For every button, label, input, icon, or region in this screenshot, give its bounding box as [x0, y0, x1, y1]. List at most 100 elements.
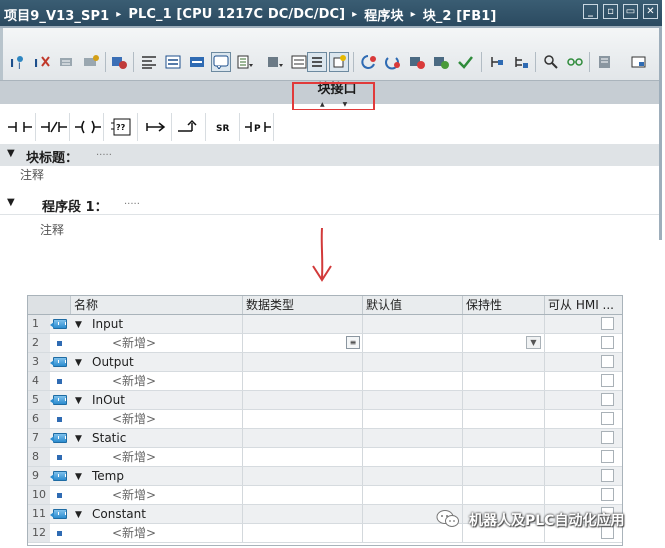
collapse-triangle-icon[interactable]: ▼ — [75, 354, 82, 371]
default-value-cell[interactable] — [362, 486, 462, 504]
new-variable-cell[interactable]: <新增> — [70, 410, 242, 428]
row-number[interactable]: 5 — [28, 391, 50, 409]
watch-icon[interactable] — [431, 52, 451, 72]
collapse-triangle-icon[interactable]: ▼ — [75, 506, 82, 523]
no-contact-icon[interactable] — [4, 113, 36, 141]
collapse-triangle-icon[interactable]: ▼ — [75, 468, 82, 485]
data-type-cell[interactable] — [242, 372, 362, 390]
collapse-triangle-icon[interactable]: ▼ — [75, 392, 82, 409]
section-name-cell[interactable]: ▼ InOut — [70, 391, 242, 409]
open-branch-icon[interactable] — [140, 113, 172, 141]
close-icon[interactable]: ✕ — [643, 4, 658, 19]
hmi-access-checkbox[interactable] — [601, 355, 614, 368]
next-error-icon[interactable] — [383, 52, 403, 72]
table-row[interactable]: 7 ▼ Static — [28, 429, 622, 448]
row-number[interactable]: 10 — [28, 486, 50, 504]
data-type-cell[interactable] — [242, 486, 362, 504]
data-type-cell[interactable] — [242, 429, 362, 447]
table-row[interactable]: 8 <新增> — [28, 448, 622, 467]
row-number[interactable]: 2 — [28, 334, 50, 352]
favorites-icon[interactable] — [235, 52, 255, 72]
monitor-icon[interactable] — [407, 52, 427, 72]
block-interface-icon[interactable] — [289, 52, 309, 72]
retain-cell[interactable] — [462, 429, 544, 447]
default-value-cell[interactable] — [362, 334, 462, 352]
retain-cell[interactable] — [462, 315, 544, 333]
breadcrumb-device[interactable]: PLC_1 [CPU 1217C DC/DC/DC] — [128, 7, 345, 22]
row-number[interactable]: 6 — [28, 410, 50, 428]
sr-flipflop-icon[interactable]: SR — [208, 113, 240, 141]
header-retain[interactable]: 保持性 — [462, 296, 544, 314]
table-row[interactable]: 3 ▼ Output — [28, 353, 622, 372]
hmi-access-checkbox[interactable] — [601, 488, 614, 501]
row-number[interactable]: 7 — [28, 429, 50, 447]
breadcrumb-block[interactable]: 块_2 [FB1] — [423, 5, 497, 24]
row-number[interactable]: 11 — [28, 505, 50, 523]
network-comment[interactable]: 注释 — [40, 221, 64, 238]
section-name-cell[interactable]: ▼ Output — [70, 353, 242, 371]
new-variable-cell[interactable]: <新增> — [70, 372, 242, 390]
hmi-access-checkbox[interactable] — [601, 450, 614, 463]
delete-network-icon[interactable] — [81, 52, 101, 72]
comments-icon[interactable] — [211, 52, 231, 72]
collapse-triangle-icon[interactable]: ▼ — [7, 148, 15, 159]
hmi-access-checkbox[interactable] — [601, 469, 614, 482]
retain-cell[interactable] — [462, 410, 544, 428]
retain-cell[interactable] — [462, 353, 544, 371]
block-title-header[interactable]: ▼ 块标题： ..... — [0, 144, 662, 166]
free-comment-icon[interactable] — [329, 52, 349, 72]
retain-cell[interactable] — [462, 391, 544, 409]
block-title-value[interactable]: ..... — [96, 147, 112, 158]
data-type-cell[interactable] — [242, 448, 362, 466]
collapse-triangle-icon[interactable]: ▼ — [7, 197, 15, 208]
network-header[interactable]: ▼ 程序段 1： ..... — [0, 193, 662, 215]
settings-window-icon[interactable] — [629, 52, 649, 72]
row-number[interactable]: 8 — [28, 448, 50, 466]
hmi-access-checkbox[interactable] — [601, 336, 614, 349]
data-type-cell[interactable] — [242, 315, 362, 333]
table-row[interactable]: 4 <新增> — [28, 372, 622, 391]
table-row[interactable]: 2 <新增> ≡ ▼ — [28, 334, 622, 353]
collapse-triangle-icon[interactable]: ▼ — [75, 316, 82, 333]
data-type-cell[interactable] — [242, 524, 362, 542]
retain-cell[interactable] — [462, 467, 544, 485]
default-value-cell[interactable] — [362, 315, 462, 333]
maximize-icon[interactable]: ▭ — [623, 4, 638, 19]
row-number[interactable]: 1 — [28, 315, 50, 333]
hmi-access-checkbox[interactable] — [601, 412, 614, 425]
header-default-value[interactable]: 默认值 — [362, 296, 462, 314]
block-comment[interactable]: 注释 — [20, 166, 44, 183]
retain-cell[interactable] — [462, 448, 544, 466]
new-variable-cell[interactable]: <新增> — [70, 334, 242, 352]
hmi-access-checkbox[interactable] — [601, 393, 614, 406]
row-number[interactable]: 9 — [28, 467, 50, 485]
default-value-cell[interactable] — [362, 372, 462, 390]
new-variable-cell[interactable]: <新增> — [70, 524, 242, 542]
table-row[interactable]: 6 <新增> — [28, 410, 622, 429]
retain-cell[interactable] — [462, 486, 544, 504]
glasses-icon[interactable] — [565, 52, 585, 72]
hmi-access-checkbox[interactable] — [601, 317, 614, 330]
expand-all-icon[interactable] — [163, 52, 183, 72]
block-properties-icon[interactable] — [511, 52, 531, 72]
section-name-cell[interactable]: ▼ Input — [70, 315, 242, 333]
data-type-cell[interactable]: ≡ — [242, 334, 362, 352]
default-value-cell[interactable] — [362, 391, 462, 409]
book-icon[interactable] — [595, 52, 615, 72]
hmi-access-checkbox[interactable] — [601, 431, 614, 444]
default-value-cell[interactable] — [362, 448, 462, 466]
collapse-all-icon[interactable] — [139, 52, 159, 72]
data-type-cell[interactable] — [242, 391, 362, 409]
restore-icon[interactable]: ▫ — [603, 4, 618, 19]
monitor-online-icon[interactable]: II — [9, 52, 29, 72]
minimize-icon[interactable]: _ — [583, 4, 598, 19]
clear-outputs-icon[interactable] — [307, 52, 327, 72]
new-variable-cell[interactable]: <新增> — [70, 448, 242, 466]
empty-box-icon[interactable]: ?? — [106, 113, 138, 141]
row-number[interactable]: 12 — [28, 524, 50, 542]
new-variable-cell[interactable]: <新增> — [70, 486, 242, 504]
table-row[interactable]: 5 ▼ InOut — [28, 391, 622, 410]
nc-contact-icon[interactable] — [38, 113, 70, 141]
section-name-cell[interactable]: ▼ Constant — [70, 505, 242, 523]
collapse-triangle-icon[interactable]: ▼ — [75, 430, 82, 447]
